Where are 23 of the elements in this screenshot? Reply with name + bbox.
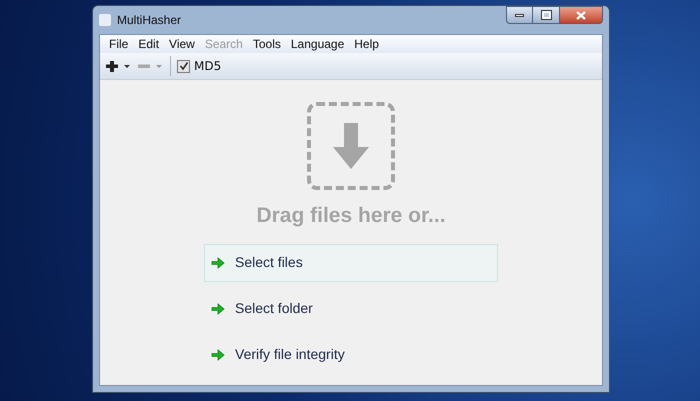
minimize-button[interactable] (506, 6, 533, 24)
menu-item[interactable]: File (104, 35, 134, 53)
action-link[interactable]: Verify file integrity (204, 336, 498, 374)
arrow-icon (211, 256, 225, 268)
add-button[interactable] (106, 60, 132, 72)
arrow-icon (211, 302, 225, 314)
menu-item[interactable]: Help (349, 35, 384, 53)
action-link[interactable]: Select folder (204, 290, 498, 328)
drop-prompt: Drag files here or... (256, 203, 446, 229)
menu-item[interactable]: Tools (248, 35, 286, 53)
drop-zone-icon (307, 102, 395, 190)
menu-item[interactable]: View (164, 35, 200, 53)
window-title: MultiHasher (117, 12, 182, 29)
close-icon (576, 10, 586, 20)
menu-item[interactable]: Language (286, 35, 350, 53)
maximize-button[interactable] (533, 6, 559, 24)
action-link[interactable]: Select files (204, 244, 498, 282)
checkbox[interactable] (177, 60, 190, 72)
arrow-icon (211, 348, 225, 360)
app-logo-icon (99, 14, 111, 26)
md5-checkbox[interactable]: MD5 (177, 57, 222, 75)
close-button[interactable] (559, 6, 603, 24)
menu-item[interactable]: Edit (133, 35, 164, 53)
